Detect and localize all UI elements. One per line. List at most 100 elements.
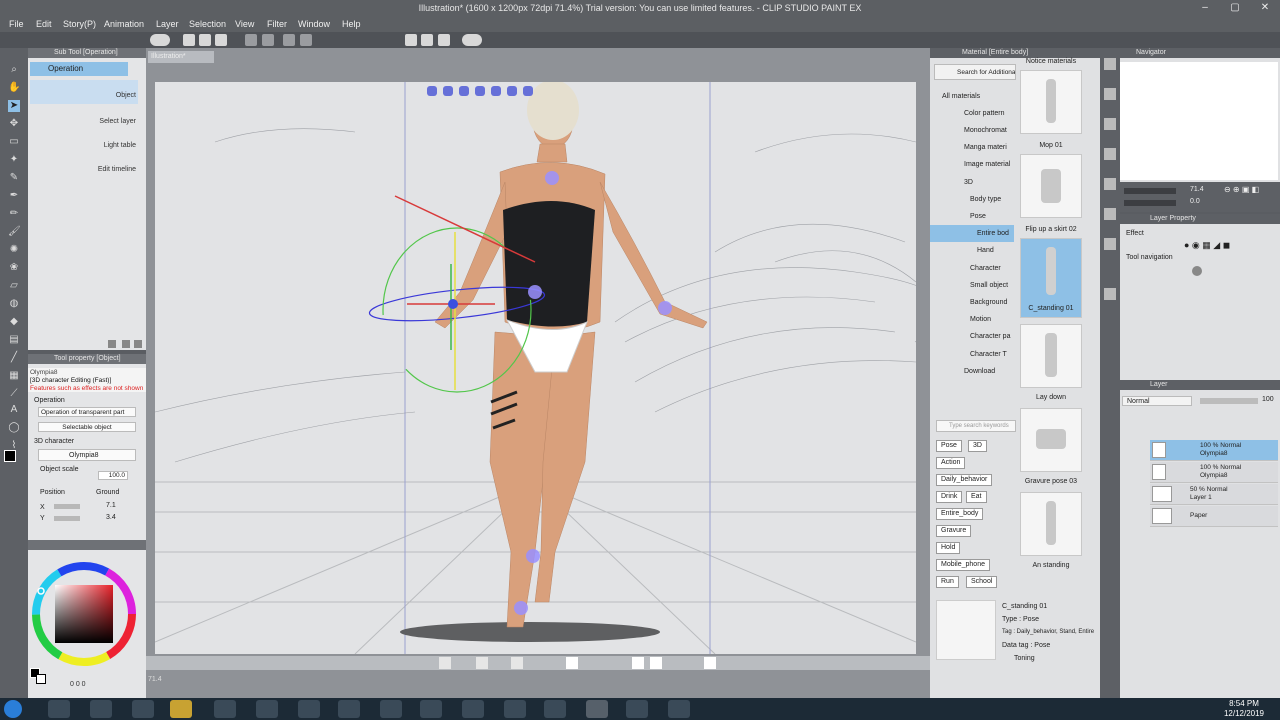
menu-animation[interactable]: Animation <box>104 19 144 29</box>
camera-icon[interactable] <box>439 657 451 669</box>
bg-color-swatch[interactable] <box>36 674 46 684</box>
tool-navigation-icon[interactable] <box>1192 266 1202 276</box>
toning-checkbox[interactable]: Toning <box>1002 652 1098 665</box>
tree-item-small-object[interactable]: Small object <box>930 277 1014 294</box>
layer-row[interactable]: 100 % Normal Olympia8 <box>1150 462 1278 483</box>
tag-school[interactable]: School <box>966 576 998 588</box>
y-value[interactable]: 3.4 <box>106 514 116 521</box>
app-icon[interactable] <box>626 700 648 718</box>
menu-view[interactable]: View <box>235 19 254 29</box>
pen-icon[interactable]: ✒ <box>8 190 20 202</box>
tag-3d[interactable]: 3D <box>968 440 987 452</box>
eyedropper-icon[interactable]: ✎ <box>8 172 20 184</box>
save-icon[interactable] <box>215 34 227 46</box>
open-icon[interactable] <box>199 34 211 46</box>
balloon-icon[interactable]: ◯ <box>8 422 20 434</box>
menu-filter[interactable]: Filter <box>267 19 287 29</box>
tag-gravure[interactable]: Gravure <box>936 525 972 537</box>
rotate-slider[interactable] <box>1124 200 1176 206</box>
blender-icon[interactable] <box>420 700 442 718</box>
tag-run[interactable]: Run <box>936 576 959 588</box>
opacity-value[interactable]: 100 <box>1262 396 1274 403</box>
character-dropdown[interactable]: Olympia8 <box>38 449 136 461</box>
snap-grid-icon[interactable] <box>421 34 433 46</box>
tree-item-background[interactable]: Background <box>930 294 1014 311</box>
effect-icons[interactable]: ● ◉ ▦ ◢ ◼ <box>1184 240 1260 250</box>
tool-property-icon[interactable] <box>1104 88 1116 100</box>
register-icon[interactable] <box>566 657 578 669</box>
tree-item-character-template[interactable]: Character T <box>930 346 1014 363</box>
rotate-value[interactable]: 0.0 <box>1190 198 1200 205</box>
material-tile-lay-down[interactable] <box>1020 324 1082 388</box>
material-tile-c-standing[interactable]: C_standing 01 <box>1020 238 1082 318</box>
airbrush-icon[interactable]: ✺ <box>8 244 20 256</box>
text-icon[interactable]: A <box>8 404 20 416</box>
minimize-button[interactable]: – <box>1190 0 1220 16</box>
tree-item-download[interactable]: Download <box>930 363 1014 380</box>
app-icon[interactable] <box>668 700 690 718</box>
blend-mode-dropdown[interactable]: Normal <box>1122 396 1192 406</box>
app-icon[interactable] <box>504 700 526 718</box>
chrome-icon[interactable] <box>338 700 360 718</box>
color-set-icon[interactable] <box>1104 148 1116 160</box>
tree-item-color-pattern[interactable]: Color pattern <box>930 105 1014 122</box>
steam-icon[interactable] <box>132 700 154 718</box>
x-slider[interactable] <box>54 504 80 509</box>
start-icon[interactable] <box>4 700 22 718</box>
main-color-swatch[interactable] <box>4 450 16 462</box>
eraser-icon[interactable]: ▱ <box>8 280 20 292</box>
clip-studio-taskbar-icon[interactable] <box>544 700 566 718</box>
zoom-value[interactable]: 71.4 <box>1190 186 1204 193</box>
frame-icon[interactable]: ▦ <box>8 370 20 382</box>
tag-action[interactable]: Action <box>936 457 966 469</box>
brush-size-icon[interactable] <box>1104 118 1116 130</box>
clear-icon[interactable] <box>283 34 295 46</box>
nvidia-icon[interactable] <box>90 700 112 718</box>
body-icon[interactable] <box>511 657 523 669</box>
subtool-delete-icon[interactable] <box>134 340 142 348</box>
tree-item-manga-material[interactable]: Manga materi <box>930 139 1014 156</box>
intermediate-color-icon[interactable] <box>1104 208 1116 220</box>
grid-icon[interactable] <box>632 657 644 669</box>
canvas-tab[interactable]: Illustration* <box>148 51 214 63</box>
tag-entire-body[interactable]: Entire_body <box>936 508 984 520</box>
tree-item-character[interactable]: Character <box>930 260 1014 277</box>
subtool-tab-operation[interactable]: Operation <box>30 62 128 76</box>
tree-item-3d[interactable]: 3D <box>930 174 1014 191</box>
xbox-icon[interactable] <box>214 700 236 718</box>
sub-tool-icon[interactable] <box>1104 58 1116 70</box>
gradient-icon[interactable]: ▤ <box>8 334 20 346</box>
tag-daily-behavior[interactable]: Daily_behavior <box>936 474 993 486</box>
selection-icon[interactable]: ▭ <box>8 136 20 148</box>
hand-icon[interactable]: ✋ <box>8 82 20 94</box>
keyword-search-input[interactable]: Type search keywords <box>936 420 1016 432</box>
menu-selection[interactable]: Selection <box>189 19 226 29</box>
maximize-button[interactable]: ▢ <box>1220 0 1250 16</box>
opacity-slider[interactable] <box>1200 398 1258 404</box>
help-icon[interactable] <box>462 34 482 46</box>
color-panel-tabs[interactable] <box>28 540 146 550</box>
fill-icon[interactable] <box>300 34 312 46</box>
firefox-icon[interactable] <box>380 700 402 718</box>
canvas-zoom[interactable]: 71.4 <box>148 676 162 683</box>
tag-drink[interactable]: Drink <box>936 491 963 503</box>
redo-icon[interactable] <box>262 34 274 46</box>
subtool-item-select-layer[interactable]: Select layer <box>99 118 136 125</box>
tree-item-image-material[interactable]: Image material <box>930 156 1014 173</box>
layer-row[interactable]: 100 % Normal Olympia8 <box>1150 440 1278 461</box>
app-icon[interactable] <box>48 700 70 718</box>
new-icon[interactable] <box>183 34 195 46</box>
color-wheel[interactable] <box>28 558 146 674</box>
material-tile-an-standing[interactable] <box>1020 492 1082 556</box>
clock[interactable]: 8:54 PM 12/12/2019 <box>1214 699 1274 719</box>
reset-icon[interactable] <box>704 657 716 669</box>
3d-scene[interactable] <box>155 82 916 654</box>
operation-icon[interactable]: ➤ <box>8 100 20 112</box>
approximate-color-icon[interactable] <box>1104 238 1116 250</box>
pose-icon[interactable] <box>476 657 488 669</box>
decoration-icon[interactable]: ❀ <box>8 262 20 274</box>
subtool-copy-icon[interactable] <box>122 340 130 348</box>
subtool-settings-icon[interactable] <box>108 340 116 348</box>
material-tile-mop[interactable] <box>1020 70 1082 134</box>
figure-icon[interactable]: ╱ <box>8 352 20 364</box>
